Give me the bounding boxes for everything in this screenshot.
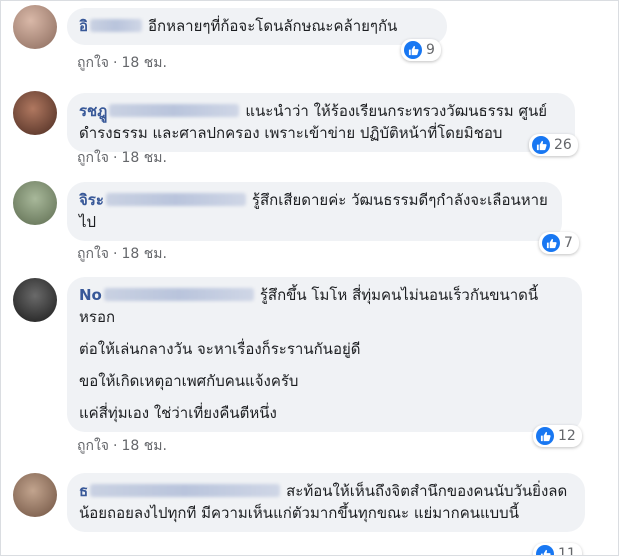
redacted-name bbox=[90, 19, 143, 32]
comment-meta: ถูกใจ · 18 ชม. bbox=[77, 243, 167, 265]
like-button[interactable]: ถูกใจ bbox=[77, 438, 109, 454]
reaction-count[interactable]: 26 bbox=[529, 134, 578, 156]
reaction-number: 12 bbox=[558, 428, 576, 444]
meta-separator: · bbox=[113, 55, 118, 71]
thumbs-up-icon bbox=[536, 545, 554, 555]
thumbs-up-icon bbox=[536, 427, 554, 445]
redacted-name bbox=[109, 104, 240, 117]
comment-bubble: ธสะท้อนให้เห็นถึงจิตสำนึกของคนนับวันยิ่ง… bbox=[67, 473, 585, 532]
reaction-count[interactable]: 11 bbox=[533, 543, 582, 556]
reaction-number: 7 bbox=[564, 235, 573, 251]
comment-paragraph: ต่อให้เล่นกลางวัน จะหาเรื่องก็ระรานกันอย… bbox=[79, 340, 361, 358]
comment-time[interactable]: 18 ชม. bbox=[121, 246, 166, 262]
redacted-name bbox=[105, 193, 246, 206]
reaction-count[interactable]: 7 bbox=[539, 232, 579, 254]
avatar[interactable] bbox=[13, 473, 57, 517]
comment-paragraph: แค่สี่ทุ่มเอง ใช่ว่าเที่ยงคืนตีหนึ่ง bbox=[79, 404, 277, 422]
reaction-number: 9 bbox=[426, 42, 435, 58]
comment-author[interactable]: อิ bbox=[79, 17, 88, 35]
comment-meta: ถูกใจ · 18 ชม. bbox=[77, 147, 167, 169]
comment-time[interactable]: 18 ชม. bbox=[121, 438, 166, 454]
comment-meta: ถูกใจ · 18 ชม. bbox=[77, 52, 167, 74]
thumbs-up-icon bbox=[532, 136, 550, 154]
avatar[interactable] bbox=[13, 278, 57, 322]
comment-author[interactable]: จิระ bbox=[79, 191, 104, 209]
comment-author[interactable]: ธ bbox=[79, 482, 88, 500]
avatar[interactable] bbox=[13, 91, 57, 135]
meta-separator: · bbox=[113, 246, 118, 262]
avatar[interactable] bbox=[13, 181, 57, 225]
reaction-count[interactable]: 12 bbox=[533, 425, 582, 447]
reaction-number: 11 bbox=[558, 546, 576, 556]
thumbs-up-icon bbox=[404, 41, 422, 59]
comment-author[interactable]: รชฎู bbox=[79, 102, 107, 120]
comment-paragraph: ขอให้เกิดเหตุอาเพศกับคนแจ้งครับ bbox=[79, 372, 299, 390]
comment-bubble: No รู้สึกขึ้น โมโห สี่ทุ่มคนไม่นอนเร็วกัน… bbox=[67, 277, 582, 432]
comment-bubble: อิ อีกหลายๆที่ก้อจะโดนลักษณะคล้ายๆกัน bbox=[67, 8, 447, 45]
reaction-number: 26 bbox=[554, 137, 572, 153]
comment-text: อีกหลายๆที่ก้อจะโดนลักษณะคล้ายๆกัน bbox=[148, 17, 398, 35]
comment-bubble: รชฎู แนะนำว่า ให้ร้องเรียนกระทรวงวัฒนธรรม… bbox=[67, 93, 575, 152]
avatar[interactable] bbox=[13, 5, 57, 49]
comments-panel: อิ อีกหลายๆที่ก้อจะโดนลักษณะคล้ายๆกัน 9 ถ… bbox=[0, 0, 619, 556]
comment-bubble: จิระ รู้สึกเสียดายค่ะ วัฒนธรรมดีๆกำลังจะเ… bbox=[67, 182, 562, 241]
redacted-name bbox=[90, 484, 281, 497]
thumbs-up-icon bbox=[542, 234, 560, 252]
comment-author[interactable]: No bbox=[79, 286, 102, 304]
meta-separator: · bbox=[113, 438, 118, 454]
redacted-name bbox=[103, 288, 254, 301]
reaction-count[interactable]: 9 bbox=[401, 39, 441, 61]
meta-separator: · bbox=[113, 150, 118, 166]
like-button[interactable]: ถูกใจ bbox=[77, 55, 109, 71]
like-button[interactable]: ถูกใจ bbox=[77, 246, 109, 262]
comment-time[interactable]: 18 ชม. bbox=[121, 55, 166, 71]
comment-time[interactable]: 18 ชม. bbox=[121, 150, 166, 166]
like-button[interactable]: ถูกใจ bbox=[77, 150, 109, 166]
comment-meta: ถูกใจ · 18 ชม. bbox=[77, 435, 167, 457]
